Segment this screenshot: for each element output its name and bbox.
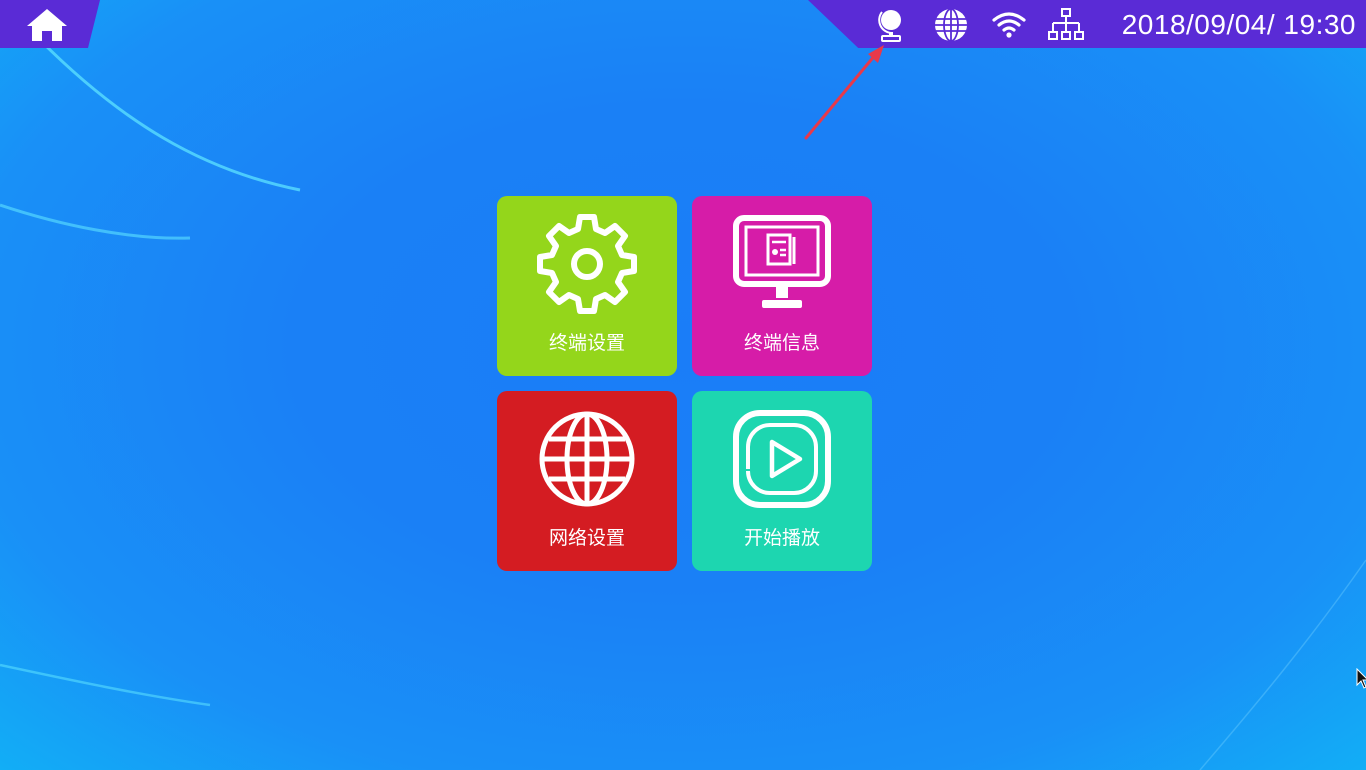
tile-label: 终端设置 <box>548 332 625 354</box>
background-swoosh-decoration <box>0 38 1366 770</box>
monitor-icon <box>733 215 831 308</box>
gear-icon <box>537 214 637 314</box>
annotation-arrow <box>804 45 884 140</box>
tile-network-settings[interactable]: 网络设置 <box>497 391 677 571</box>
globe-icon <box>539 411 635 507</box>
home-button[interactable] <box>24 6 70 44</box>
internet-globe-icon <box>935 8 967 42</box>
tile-start-playback[interactable]: 开始播放 <box>692 391 872 571</box>
mouse-cursor-icon <box>1356 668 1366 689</box>
server-globe-icon <box>878 10 901 42</box>
network-topology-icon <box>1048 8 1084 40</box>
tile-terminal-info[interactable]: 终端信息 <box>692 196 872 376</box>
desktop-screen: 2018/09/04/ 19:30 终端设置 终端信息 网络设置 开始播放 <box>0 0 1366 770</box>
home-icon <box>27 9 67 41</box>
tile-label: 开始播放 <box>743 527 820 549</box>
wifi-icon <box>992 12 1026 38</box>
wifi-status[interactable] <box>990 6 1028 44</box>
datetime-display: 2018/09/04/ 19:30 <box>1121 9 1356 40</box>
tile-terminal-settings[interactable]: 终端设置 <box>497 196 677 376</box>
tile-label: 终端信息 <box>743 332 820 354</box>
tile-label: 网络设置 <box>548 527 625 549</box>
server-globe-status[interactable] <box>872 6 910 44</box>
play-icon <box>733 410 831 508</box>
internet-status[interactable] <box>932 6 970 44</box>
lan-status[interactable] <box>1047 6 1085 44</box>
